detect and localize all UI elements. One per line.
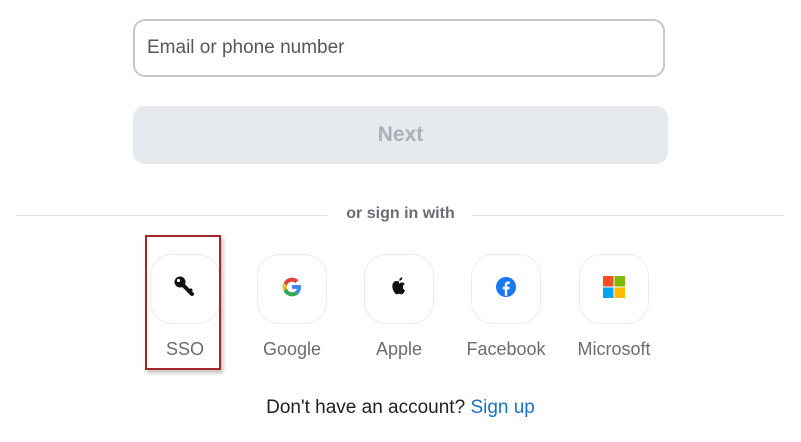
google-label: Google — [262, 339, 322, 359]
email-field[interactable] — [133, 19, 665, 77]
apple-label: Apple — [375, 339, 423, 359]
apple-icon — [388, 275, 410, 304]
google-icon — [280, 275, 304, 304]
signup-link[interactable]: Sign up — [470, 397, 534, 418]
apple-provider-button[interactable]: Apple — [354, 254, 444, 360]
microsoft-icon-circle — [579, 254, 649, 324]
signup-row: Don't have an account? Sign up — [0, 397, 801, 419]
sso-focus-outline — [145, 235, 221, 370]
divider-label: or sign in with — [346, 205, 455, 222]
google-icon-circle — [257, 254, 327, 324]
signup-prompt: Don't have an account? — [266, 397, 466, 418]
microsoft-icon — [603, 275, 625, 303]
facebook-provider-button[interactable]: Facebook — [461, 254, 551, 360]
apple-icon-circle — [364, 254, 434, 324]
next-button[interactable]: Next — [133, 106, 668, 164]
microsoft-label: Microsoft — [577, 339, 651, 359]
facebook-icon-circle — [471, 254, 541, 324]
facebook-label: Facebook — [466, 339, 546, 359]
google-provider-button[interactable]: Google — [247, 254, 337, 360]
facebook-icon — [495, 276, 517, 303]
microsoft-provider-button[interactable]: Microsoft — [569, 254, 659, 360]
